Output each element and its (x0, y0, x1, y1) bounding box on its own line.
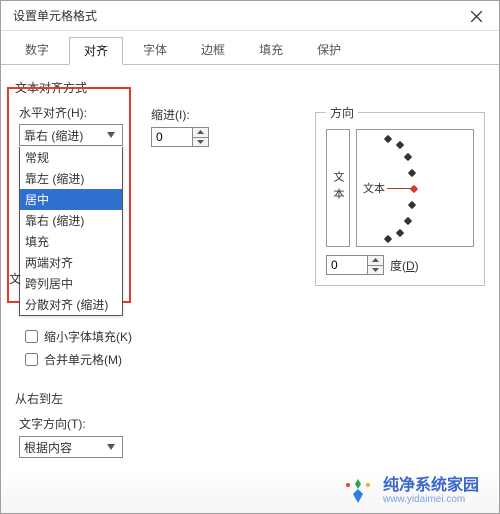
watermark-url: www.yidaimei.com (383, 494, 479, 505)
orientation-handle[interactable] (410, 185, 418, 193)
watermark-title: 纯净系统家园 (383, 477, 479, 495)
text-direction-label: 文字方向(T): (19, 415, 299, 432)
watermark: 纯净系统家园 www.yidaimei.com (1, 469, 499, 513)
orientation-tick (408, 169, 416, 177)
orientation-legend: 方向 (326, 104, 358, 121)
alignment-left-column: 水平对齐(H): 靠右 (缩进) 缩进(I): (15, 104, 299, 458)
shrink-to-fit-label: 缩小字体填充(K) (44, 328, 132, 345)
rtl-group-label: 从右到左 (15, 390, 299, 407)
orientation-tick (404, 217, 412, 225)
tab-protect[interactable]: 保护 (303, 37, 355, 64)
horizontal-align-option-justify[interactable]: 两端对齐 (20, 252, 122, 273)
orientation-tick (396, 141, 404, 149)
orientation-dial[interactable]: 文本 (356, 129, 474, 247)
horizontal-align-option-left[interactable]: 靠左 (缩进) (20, 168, 122, 189)
horizontal-align-option-right[interactable]: 靠右 (缩进) (20, 210, 122, 231)
content-area: 文本对齐方式 水平对齐(H): 靠右 (缩进) 缩进(I): (1, 65, 499, 468)
horizontal-align-combo-value: 靠右 (缩进) (24, 127, 83, 144)
tabstrip: 数字 对齐 字体 边框 填充 保护 (1, 31, 499, 65)
degrees-input[interactable] (327, 256, 367, 274)
close-icon (471, 11, 482, 22)
indent-spinner[interactable] (151, 127, 209, 147)
text-alignment-group-label: 文本对齐方式 (15, 79, 485, 96)
indent-spin-up[interactable] (193, 128, 208, 138)
orientation-vertical-text: 文本 (330, 171, 346, 205)
horizontal-align-combo[interactable]: 靠右 (缩进) (19, 124, 123, 146)
text-direction-combo[interactable]: 根据内容 (19, 436, 123, 458)
orientation-tick (404, 153, 412, 161)
tab-fill[interactable]: 填充 (245, 37, 297, 64)
degrees-label: 度(D) (390, 257, 419, 274)
merge-cells-label: 合并单元格(M) (44, 351, 122, 368)
horizontal-align-option-fill[interactable]: 填充 (20, 231, 122, 252)
indent-spin-down[interactable] (193, 138, 208, 147)
titlebar: 设置单元格格式 (1, 1, 499, 31)
close-button[interactable] (453, 1, 499, 31)
orientation-tick (384, 135, 392, 143)
shrink-to-fit-checkbox[interactable] (25, 330, 38, 343)
chevron-down-icon (104, 132, 118, 138)
tab-number[interactable]: 数字 (11, 37, 63, 64)
vertical-align-label-fragment: 文 (9, 270, 21, 287)
horizontal-align-dropdown[interactable]: 常规 靠左 (缩进) 居中 靠右 (缩进) 填充 两端对齐 跨列居中 分散对齐 … (19, 147, 123, 316)
orientation-tick (384, 235, 392, 243)
orientation-pointer (387, 188, 413, 189)
tab-border[interactable]: 边框 (187, 37, 239, 64)
horizontal-align-option-center[interactable]: 居中 (20, 189, 122, 210)
tab-alignment[interactable]: 对齐 (69, 37, 123, 65)
indent-label: 缩进(I): (151, 106, 209, 123)
degrees-spinner[interactable] (326, 255, 384, 275)
degrees-spin-down[interactable] (368, 266, 383, 275)
indent-input[interactable] (152, 128, 192, 146)
orientation-tick (396, 229, 404, 237)
text-direction-value: 根据内容 (24, 439, 72, 456)
tab-font[interactable]: 字体 (129, 37, 181, 64)
orientation-vertical-button[interactable]: 文本 (326, 129, 350, 247)
watermark-logo-icon (343, 476, 373, 506)
window-title: 设置单元格格式 (13, 7, 97, 24)
merge-cells-checkbox[interactable] (25, 353, 38, 366)
horizontal-align-option-center-across[interactable]: 跨列居中 (20, 273, 122, 294)
degrees-spin-up[interactable] (368, 256, 383, 266)
horizontal-align-option-general[interactable]: 常规 (20, 147, 122, 168)
orientation-tick (408, 201, 416, 209)
chevron-down-icon (104, 444, 118, 450)
orientation-group: 方向 文本 文本 (315, 104, 485, 286)
horizontal-align-option-distributed[interactable]: 分散对齐 (缩进) (20, 294, 122, 315)
orientation-center-label: 文本 (363, 180, 385, 196)
